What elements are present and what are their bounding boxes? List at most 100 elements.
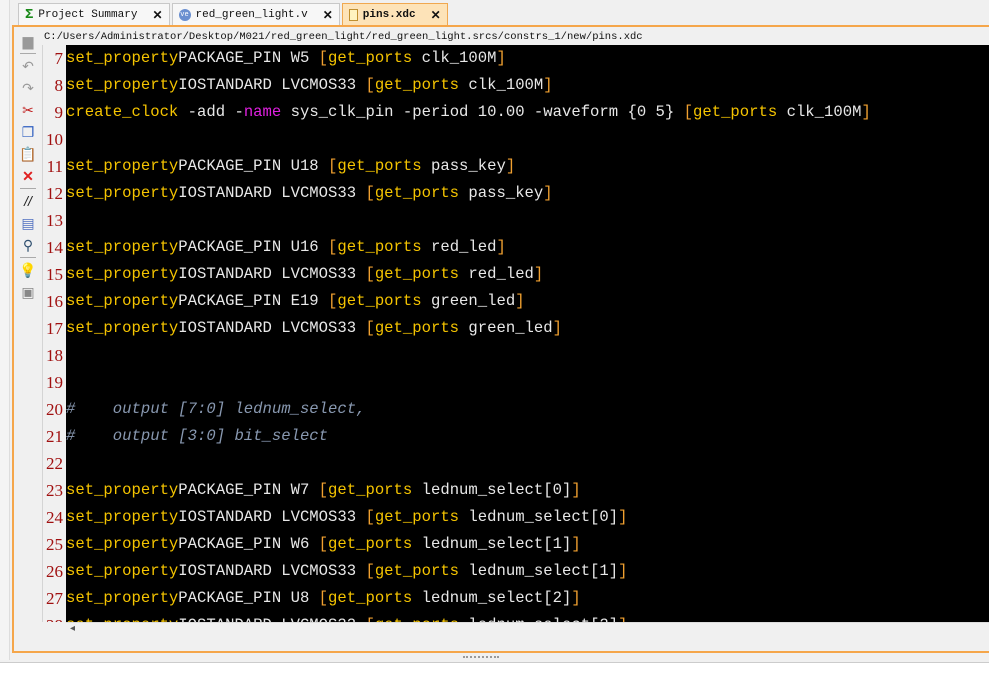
code-editor[interactable]: 7 set_propertyPACKAGE_PIN W5 [get_ports c… bbox=[46, 45, 989, 622]
file-path: C:/Users/Administrator/Desktop/M021/red_… bbox=[44, 31, 643, 43]
delete-icon[interactable]: ✕ bbox=[18, 166, 38, 186]
code-line[interactable]: 15 set_propertyIOSTANDARD LVCMOS33 [get_p… bbox=[46, 261, 989, 288]
keyword-token: set_property bbox=[66, 184, 179, 202]
bracket-token: [ bbox=[318, 589, 329, 607]
keyword-token: get_ports bbox=[328, 481, 413, 499]
line-number: 12 bbox=[46, 184, 63, 203]
copy-icon[interactable]: ❐ bbox=[18, 122, 38, 142]
find-icon[interactable]: ⚲ bbox=[18, 235, 38, 255]
code-line[interactable]: 22 bbox=[46, 450, 989, 477]
code-line[interactable]: 25 set_propertyPACKAGE_PIN W6 [get_ports … bbox=[46, 531, 989, 558]
hint-icon[interactable]: 💡 bbox=[18, 260, 38, 280]
code-line[interactable]: 18 bbox=[46, 342, 989, 369]
line-number: 27 bbox=[46, 589, 63, 608]
keyword-token: get_ports bbox=[374, 319, 460, 337]
tab-project-summary[interactable]: Σ Project Summary ✕ bbox=[18, 3, 170, 25]
bracket-token: [ bbox=[365, 562, 375, 580]
code-line[interactable]: 24 set_propertyIOSTANDARD LVCMOS33 [get_p… bbox=[46, 504, 989, 531]
keyword-token: set_property bbox=[66, 535, 179, 553]
tab-red-green-light-v[interactable]: ve red_green_light.v ✕ bbox=[171, 3, 340, 25]
close-icon[interactable]: ✕ bbox=[323, 8, 333, 22]
bracket-token: [ bbox=[328, 157, 338, 175]
code-line[interactable]: 9 create_clock -add -name sys_clk_pin -pe… bbox=[55, 99, 989, 126]
close-icon[interactable]: ✕ bbox=[431, 8, 441, 22]
bracket-token: [ bbox=[683, 103, 693, 121]
line-number: 7 bbox=[54, 49, 64, 68]
bracket-token: [ bbox=[365, 319, 375, 337]
line-number: 23 bbox=[46, 481, 63, 500]
select-all-icon[interactable]: ▤ bbox=[18, 213, 38, 233]
paste-icon[interactable]: 📋 bbox=[18, 144, 38, 164]
keyword-token: set_property bbox=[66, 265, 179, 283]
code-line[interactable]: 16 set_propertyPACKAGE_PIN E19 [get_ports… bbox=[46, 288, 989, 315]
text-token: pass_key bbox=[459, 184, 544, 202]
text-token: sys_clk_pin -period 10.00 -waveform {0 5… bbox=[281, 103, 684, 121]
line-number: 11 bbox=[46, 157, 63, 176]
keyword-token: get_ports bbox=[693, 103, 778, 121]
code-line[interactable]: 7 set_propertyPACKAGE_PIN W5 [get_ports c… bbox=[55, 45, 989, 72]
text-token: clk_100M bbox=[777, 103, 862, 121]
text-token: IOSTANDARD LVCMOS33 bbox=[178, 76, 366, 94]
text-token: IOSTANDARD LVCMOS33 bbox=[178, 508, 366, 526]
line-number: 10 bbox=[46, 130, 63, 149]
keyword-token: set_property bbox=[66, 589, 179, 607]
redo-icon[interactable]: ↷ bbox=[18, 78, 38, 98]
code-line[interactable]: 17 set_propertyIOSTANDARD LVCMOS33 [get_p… bbox=[46, 315, 989, 342]
editor-tab-bar: Σ Project Summary ✕ ve red_green_light.v… bbox=[18, 3, 989, 25]
keyword-token: set_property bbox=[66, 238, 179, 256]
line-number: 19 bbox=[46, 373, 63, 392]
panel-resize-handle[interactable] bbox=[463, 656, 499, 659]
line-number: 21 bbox=[46, 427, 63, 446]
text-token: clk_100M bbox=[459, 76, 544, 94]
text-token: lednum_select[0] bbox=[412, 481, 572, 499]
code-line[interactable]: 8 set_propertyIOSTANDARD LVCMOS33 [get_po… bbox=[55, 72, 989, 99]
text-token: lednum_select[2] bbox=[412, 589, 572, 607]
keyword-token: set_property bbox=[66, 508, 179, 526]
text-token: PACKAGE_PIN W6 bbox=[178, 535, 319, 553]
cut-icon[interactable]: ✂ bbox=[18, 100, 38, 120]
bracket-token: ] bbox=[618, 562, 628, 580]
text-token: lednum_select[1] bbox=[459, 562, 619, 580]
keyword-token: set_property bbox=[66, 157, 179, 175]
editor-frame: C:/Users/Administrator/Desktop/M021/red_… bbox=[12, 25, 989, 653]
lower-panel bbox=[0, 662, 989, 693]
line-number: 17 bbox=[46, 319, 63, 338]
template-icon[interactable]: ▣ bbox=[18, 282, 38, 302]
bracket-token: ] bbox=[496, 238, 506, 256]
keyword-token: set_property bbox=[66, 319, 179, 337]
code-line[interactable]: 19 bbox=[46, 369, 989, 396]
keyword-token: set_property bbox=[66, 49, 179, 67]
code-line[interactable]: 11 set_propertyPACKAGE_PIN U18 [get_ports… bbox=[47, 153, 989, 180]
text-token: clk_100M bbox=[412, 49, 497, 67]
divider bbox=[20, 257, 36, 258]
comment-icon[interactable]: // bbox=[18, 191, 38, 211]
keyword-token: set_property bbox=[66, 76, 179, 94]
code-line[interactable]: 10 bbox=[46, 126, 989, 153]
code-line[interactable]: 20 # output [7:0] lednum_select, bbox=[46, 396, 989, 423]
code-line[interactable]: 23 set_propertyPACKAGE_PIN W7 [get_ports … bbox=[46, 477, 989, 504]
code-line[interactable]: 21 # output [3:0] bit_select bbox=[46, 423, 989, 450]
horizontal-scrollbar[interactable]: ◂ bbox=[66, 622, 989, 637]
keyword-token: get_ports bbox=[328, 49, 413, 67]
close-icon[interactable]: ✕ bbox=[152, 8, 162, 22]
scroll-left-icon[interactable]: ◂ bbox=[70, 623, 75, 634]
code-line[interactable]: 12 set_propertyIOSTANDARD LVCMOS33 [get_p… bbox=[46, 180, 989, 207]
text-token: PACKAGE_PIN U16 bbox=[178, 238, 329, 256]
keyword-token: create_clock bbox=[66, 103, 179, 121]
left-panel-edge bbox=[0, 0, 10, 660]
comment-token: # output [3:0] bit_select bbox=[66, 427, 329, 445]
text-token: IOSTANDARD LVCMOS33 bbox=[178, 562, 366, 580]
text-token: green_led bbox=[421, 292, 516, 310]
code-line[interactable]: 26 set_propertyIOSTANDARD LVCMOS33 [get_p… bbox=[46, 558, 989, 585]
divider bbox=[20, 53, 36, 54]
bracket-token: ] bbox=[543, 184, 553, 202]
code-line[interactable]: 14 set_propertyPACKAGE_PIN U16 [get_ports… bbox=[46, 234, 989, 261]
text-token: PACKAGE_PIN U8 bbox=[178, 589, 319, 607]
keyword-token: get_ports bbox=[328, 589, 413, 607]
keyword-token: get_ports bbox=[328, 535, 413, 553]
code-line[interactable]: 13 bbox=[46, 207, 989, 234]
undo-icon[interactable]: ↶ bbox=[18, 56, 38, 76]
tab-pins-xdc[interactable]: pins.xdc ✕ bbox=[341, 3, 448, 25]
save-icon[interactable]: ▆ bbox=[18, 31, 38, 51]
code-line[interactable]: 27 set_propertyPACKAGE_PIN U8 [get_ports … bbox=[46, 585, 989, 612]
